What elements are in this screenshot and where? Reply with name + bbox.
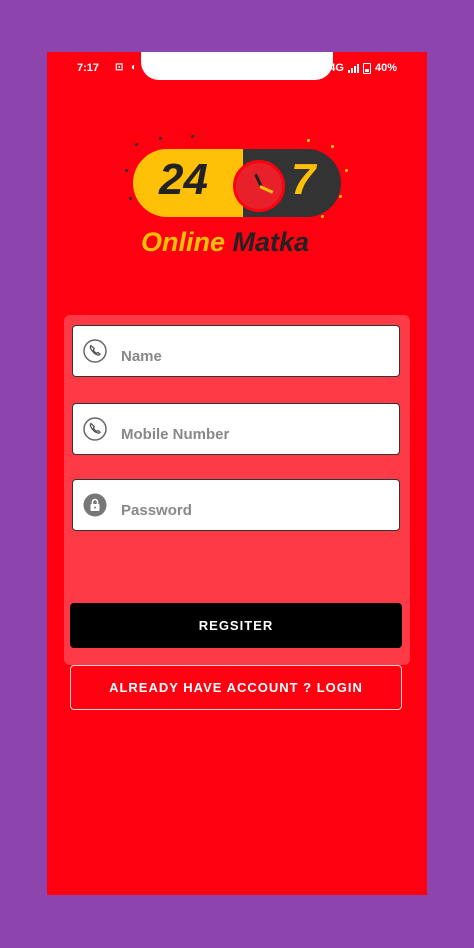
phone-icon	[83, 339, 107, 363]
app-logo: 24 7 Online Matka	[125, 135, 349, 262]
logo-text-matka: Matka	[232, 227, 310, 257]
logo-wordmark: Online Matka	[141, 227, 309, 258]
network-type: 4G	[329, 62, 344, 74]
notification-icon: ◐	[131, 62, 138, 73]
battery-icon	[362, 62, 371, 74]
lock-icon	[83, 493, 107, 517]
logo-number-right: 7	[291, 155, 316, 204]
sim-icon: ⊡	[115, 62, 124, 73]
password-input[interactable]	[121, 498, 381, 522]
logo-number-left: 24	[159, 155, 208, 204]
password-field[interactable]	[72, 479, 400, 531]
signal-icon	[347, 63, 359, 73]
register-button[interactable]: REGSITER	[70, 603, 402, 648]
status-indicators: 4G 40%	[329, 62, 397, 74]
login-button[interactable]: ALREADY HAVE ACCOUNT ? LOGIN	[70, 665, 402, 710]
name-input[interactable]	[121, 344, 381, 368]
register-form-card: REGSITER ALREADY HAVE ACCOUNT ? LOGIN	[64, 315, 410, 710]
name-field[interactable]	[72, 325, 400, 377]
mobile-input[interactable]	[121, 422, 381, 446]
mobile-field[interactable]	[72, 403, 400, 455]
status-time: 7:17	[77, 62, 100, 74]
phone-icon	[83, 417, 107, 441]
battery-level: 40%	[374, 62, 397, 74]
status-bar: 7:17 ⊡ ◐ 4G 40%	[47, 52, 427, 86]
clock-icon	[233, 160, 285, 212]
logo-text-online: Online	[141, 227, 226, 257]
phone-screen: 7:17 ⊡ ◐ 4G 40% 24 7 Online Matka Name M…	[47, 52, 427, 895]
